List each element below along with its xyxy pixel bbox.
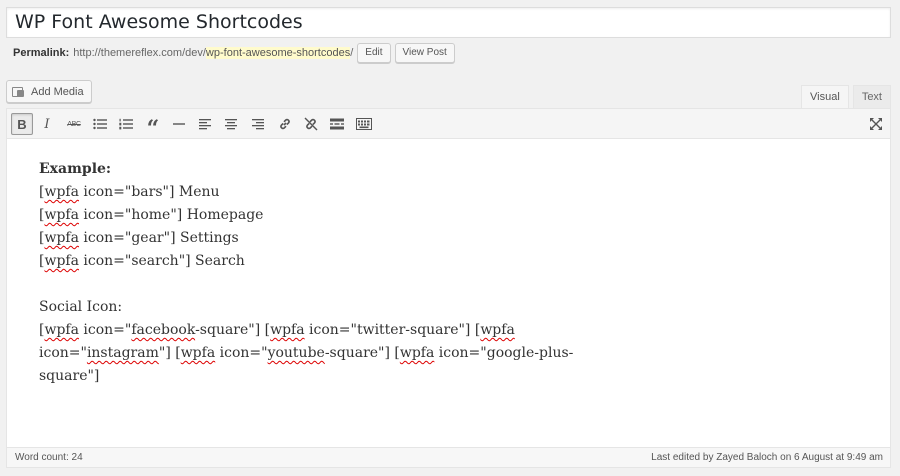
social-heading: Social Icon: [39, 299, 123, 315]
shortcode-text: icon="bars"] Menu [78, 184, 220, 200]
view-post-button[interactable]: View Post [394, 43, 455, 63]
word-count: Word count: 24 [15, 452, 83, 463]
shortcode-text: -square"] [ [324, 345, 400, 361]
remove-link-button[interactable] [300, 113, 322, 135]
bulleted-list-button[interactable] [89, 113, 111, 135]
spell-error[interactable]: wpfa [44, 230, 78, 246]
shortcode-text: icon="search"] Search [78, 253, 245, 269]
spell-error[interactable]: wpfa [400, 345, 434, 361]
last-edited-info: Last edited by Zayed Baloch on 6 August … [651, 452, 883, 463]
strikethrough-button[interactable]: ABC [63, 113, 85, 135]
numbered-list-icon [119, 118, 133, 130]
link-icon [280, 118, 290, 130]
align-center-button[interactable] [220, 113, 242, 135]
spell-error[interactable]: wpfa [480, 322, 514, 338]
social-line-3: square"] [39, 368, 100, 384]
editor-content-area[interactable]: Example: [wpfa icon="bars"] Menu [wpfa i… [39, 158, 573, 388]
post-title-input[interactable]: WP Font Awesome Shortcodes [15, 11, 303, 33]
shortcode-text: -square"] [ [195, 322, 271, 338]
fullscreen-icon [870, 118, 882, 130]
align-left-button[interactable] [194, 113, 216, 135]
keyboard-icon [356, 118, 372, 130]
editor-toolbar: B I ABC “ [7, 109, 890, 140]
shortcode-text: icon=" [215, 345, 268, 361]
post-title-field[interactable]: WP Font Awesome Shortcodes [6, 7, 891, 38]
shortcode-line-gear: [wpfa icon="gear"] Settings [39, 230, 239, 246]
spell-error[interactable]: wpfa [44, 322, 78, 338]
shortcode-text: icon="home"] Homepage [78, 207, 264, 223]
permalink-label: Permalink: [13, 47, 70, 59]
tab-visual[interactable]: Visual [801, 85, 849, 109]
shortcode-text: icon="gear"] Settings [78, 230, 239, 246]
media-icon [12, 86, 26, 98]
italic-icon: I [44, 116, 50, 132]
add-media-label: Add Media [31, 85, 84, 98]
horizontal-line-button[interactable] [168, 113, 190, 135]
editor-container: B I ABC “ Example: [wpfa icon="bars"] Me… [6, 108, 891, 468]
spell-error[interactable]: instagram [87, 345, 159, 361]
bold-button[interactable]: B [11, 113, 33, 135]
permalink-row: Permalink: http://themereflex.com/dev/wp… [13, 42, 455, 64]
spell-error[interactable]: wpfa [270, 322, 304, 338]
read-more-icon [330, 118, 344, 130]
italic-button[interactable]: I [36, 113, 58, 135]
permalink-base[interactable]: http://themereflex.com/dev/ [73, 47, 206, 59]
shortcode-line-search: [wpfa icon="search"] Search [39, 253, 245, 269]
editor-mode-tabs: Visual Text [797, 85, 891, 109]
align-right-button[interactable] [247, 113, 269, 135]
shortcode-text: icon=" [39, 345, 87, 361]
blockquote-button[interactable]: “ [142, 113, 164, 140]
spell-error[interactable]: wpfa [44, 184, 78, 200]
spell-error[interactable]: wpfa [181, 345, 215, 361]
shortcode-text: icon="twitter-square"] [ [304, 322, 481, 338]
edit-permalink-button[interactable]: Edit [357, 43, 391, 63]
align-center-icon [225, 119, 237, 130]
spell-error[interactable]: wpfa [44, 207, 78, 223]
shortcode-line-bars: [wpfa icon="bars"] Menu [39, 184, 220, 200]
unlink-icon [304, 117, 318, 131]
spell-error[interactable]: facebook [131, 322, 195, 338]
spell-error[interactable]: youtube [268, 345, 325, 361]
shortcode-line-home: [wpfa icon="home"] Homepage [39, 207, 264, 223]
numbered-list-button[interactable] [115, 113, 137, 135]
spell-error[interactable]: wpfa [44, 253, 78, 269]
bulleted-list-icon [93, 118, 107, 130]
permalink-trail: / [350, 47, 354, 59]
insert-more-tag-button[interactable] [326, 113, 348, 135]
horizontal-line-icon [173, 123, 185, 125]
toolbar-toggle-button[interactable] [353, 113, 375, 135]
tab-text[interactable]: Text [852, 85, 891, 109]
add-media-button[interactable]: Add Media [6, 80, 92, 103]
editor-status-bar: Word count: 24 Last edited by Zayed Balo… [7, 447, 890, 467]
social-line-2: icon="instagram"] [wpfa icon="youtube-sq… [39, 342, 573, 365]
permalink-slug[interactable]: wp-font-awesome-shortcodes [205, 47, 351, 59]
align-right-icon [252, 119, 264, 130]
shortcode-text: icon="google-plus- [434, 345, 574, 361]
example-heading: Example: [39, 161, 112, 177]
insert-link-button[interactable] [274, 113, 296, 135]
shortcode-text: icon=" [78, 322, 132, 338]
strikethrough-icon: ABC [67, 120, 81, 128]
social-line-1: [wpfa icon="facebook-square"] [wpfa icon… [39, 319, 549, 342]
shortcode-text: "] [ [158, 345, 181, 361]
bold-icon: B [17, 116, 27, 132]
fullscreen-button[interactable] [865, 113, 887, 135]
align-left-icon [199, 119, 211, 130]
